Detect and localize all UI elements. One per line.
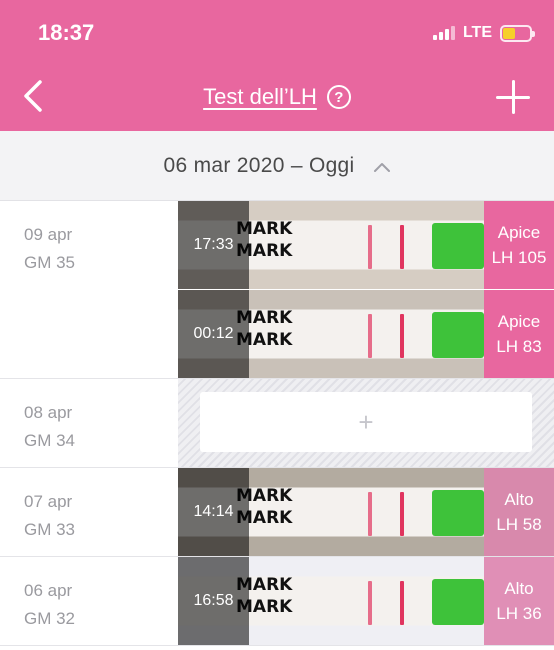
date-range-label: 06 mar 2020 – Oggi [163, 153, 355, 177]
lh-value: LH 83 [496, 337, 542, 356]
page-title[interactable]: Test dell’LH [203, 84, 317, 110]
day-row: 07 apr GM 33 MARK MARK 14:14 Alto LH 58 [0, 468, 554, 557]
entry-time: 14:14 [193, 503, 234, 520]
app-header: 18:37 LTE Test dell’LH ? [0, 0, 554, 131]
chevron-up-icon[interactable] [373, 159, 391, 177]
cycle-day: GM 34 [24, 431, 76, 450]
lh-level: Apice [497, 312, 541, 331]
lh-value: LH 58 [496, 515, 542, 534]
day-date: 09 apr [24, 225, 73, 244]
lh-value: LH 105 [491, 248, 547, 267]
test-line [400, 581, 404, 625]
test-strip-photo: MARK MARK 17:33 [178, 201, 484, 289]
lh-result-badge: Alto LH 58 [484, 468, 554, 556]
day-row: 09 apr GM 35 MARK MARK 17:33 Apice LH 10… [0, 201, 554, 379]
status-indicators: LTE [432, 24, 535, 42]
day-date: 08 apr [24, 403, 73, 422]
lh-level: Alto [504, 579, 534, 598]
network-label: LTE [462, 24, 492, 41]
strip-pad [432, 490, 484, 536]
lh-result-badge: Apice LH 83 [484, 290, 554, 378]
test-line [400, 225, 404, 269]
lh-value: LH 36 [496, 604, 542, 623]
day-label: 07 apr GM 33 [24, 488, 75, 544]
strip-pad [432, 312, 484, 358]
lh-result-badge: Alto LH 36 [484, 557, 554, 645]
control-line [368, 314, 372, 358]
control-line [368, 492, 372, 536]
lh-result-badge: Apice LH 105 [484, 201, 554, 289]
test-strip-photo: MARK MARK 14:14 [178, 468, 484, 556]
cycle-day: GM 32 [24, 609, 76, 628]
status-time: 18:37 [38, 20, 95, 45]
day-label: 06 apr GM 32 [24, 577, 75, 633]
test-line [400, 492, 404, 536]
test-entry[interactable]: MARK MARK 00:12 Apice LH 83 [178, 290, 554, 378]
day-label: 09 apr GM 35 [24, 221, 75, 277]
test-strip-photo: MARK MARK 16:58 [178, 557, 484, 645]
lh-level: Apice [497, 223, 541, 242]
add-entry-card[interactable]: + [200, 392, 532, 452]
day-label: 08 apr GM 34 [24, 399, 75, 455]
cycle-day: GM 33 [24, 520, 76, 539]
cycle-day: GM 35 [24, 253, 76, 272]
test-strip-photo: MARK MARK 00:12 [178, 290, 484, 378]
test-entry[interactable]: MARK MARK 14:14 Alto LH 58 [178, 468, 554, 556]
lh-level: Alto [504, 490, 534, 509]
entry-time: 17:33 [193, 236, 234, 253]
signal-icon [432, 26, 455, 40]
date-range-bar[interactable]: 06 mar 2020 – Oggi [0, 131, 554, 201]
control-line [368, 225, 372, 269]
entry-time: 16:58 [193, 592, 234, 609]
title-group: Test dell’LH ? [0, 84, 554, 110]
control-line [368, 581, 372, 625]
test-entry[interactable]: MARK MARK 17:33 Apice LH 105 [178, 201, 554, 289]
day-date: 07 apr [24, 492, 73, 511]
test-entry[interactable]: MARK MARK 16:58 Alto LH 36 [178, 557, 554, 645]
day-row: 06 apr GM 32 MARK MARK 16:58 Alto LH 36 [0, 557, 554, 646]
battery-icon [500, 24, 535, 42]
add-test-button[interactable] [496, 80, 530, 114]
empty-slot: + [178, 379, 554, 467]
strip-pad [432, 223, 484, 269]
help-icon[interactable]: ? [326, 85, 351, 109]
nav-bar: Test dell’LH ? [0, 70, 554, 126]
test-line [400, 314, 404, 358]
strip-pad [432, 579, 484, 625]
entry-time: 00:12 [193, 325, 234, 342]
day-date: 06 apr [24, 581, 73, 600]
day-row: 08 apr GM 34 + [0, 379, 554, 468]
